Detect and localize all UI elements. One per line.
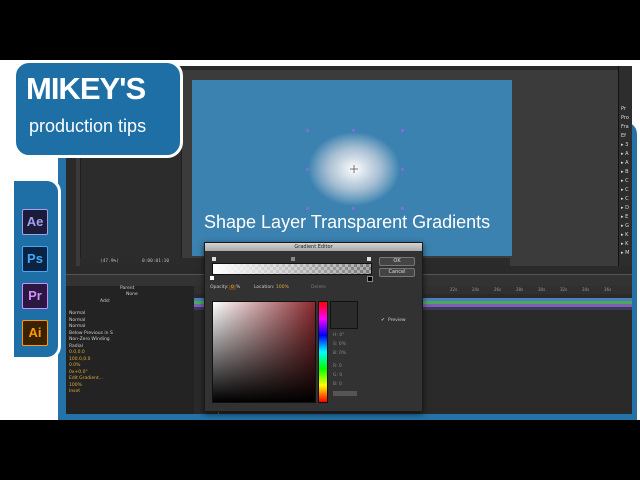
opacity-stop-icon[interactable] — [367, 257, 371, 261]
premiere-icon: Pr — [22, 283, 48, 309]
effects-panel-item[interactable]: ▸ G — [621, 223, 629, 229]
layer-property[interactable]: Radial — [69, 344, 83, 349]
layer-property[interactable]: Edit Gradient... — [69, 376, 103, 381]
effects-panel-item[interactable]: ▸ A — [621, 151, 629, 157]
ruler-tick-label: 30s — [538, 287, 546, 292]
logo-subtitle: production tips — [29, 116, 147, 136]
rgb-b-field[interactable]: B: 0 — [333, 382, 342, 387]
layer-property[interactable]: Inset — [69, 389, 80, 394]
layer-property[interactable]: Normal — [69, 318, 85, 323]
illustrator-icon: Ai — [22, 320, 48, 346]
app-icons-column: Ae Ps Pr Ai — [14, 178, 61, 360]
rgb-r-field[interactable]: R: 0 — [333, 364, 342, 369]
opacity-label: Opacity: — [210, 285, 229, 290]
hsb-s-field[interactable]: S: 0% — [333, 342, 346, 347]
ruler-tick-label: 24s — [472, 287, 480, 292]
add-label[interactable]: Add: — [100, 299, 110, 304]
ruler-tick-label: 22s — [450, 287, 458, 292]
preview-checkbox-icon[interactable]: ✔ — [381, 318, 385, 323]
effects-panel-item[interactable]: Pro — [621, 115, 629, 121]
color-swatch — [330, 301, 358, 329]
layer-property[interactable]: Normal — [69, 311, 85, 316]
effects-panel-item[interactable]: ▸ 3 — [621, 142, 628, 148]
ruler-tick-label: 28s — [516, 287, 524, 292]
effects-panel-item[interactable]: ▸ C — [621, 187, 629, 193]
layer-property[interactable]: 0.0,0.0 — [69, 350, 85, 355]
opacity-unit: % — [236, 285, 241, 290]
effects-panel-item[interactable]: Pr — [621, 106, 626, 112]
layer-properties: Parent None Add: Normal Normal Normal Below… — [66, 286, 194, 414]
effects-panel-item[interactable]: ▸ A — [621, 160, 629, 166]
ok-button[interactable]: OK — [379, 257, 415, 266]
rgb-g-field[interactable]: G: 0 — [333, 373, 342, 378]
opacity-field[interactable]: 0 — [229, 285, 236, 290]
effects-panel-item[interactable]: ▸ C — [621, 178, 629, 184]
hex-field[interactable] — [333, 391, 357, 396]
effects-panel-item[interactable]: Ef — [621, 133, 626, 139]
midpoint-icon[interactable] — [291, 257, 295, 261]
effects-panel-item[interactable]: ▸ D — [621, 205, 629, 211]
opacity-stop-icon[interactable] — [212, 257, 216, 261]
color-stop-icon[interactable] — [210, 276, 214, 280]
after-effects-icon: Ae — [22, 209, 48, 235]
logo-title: MIKEY'S — [26, 71, 146, 106]
gradient-bar[interactable] — [212, 263, 372, 275]
layer-property[interactable]: Normal — [69, 324, 85, 329]
ruler-tick-label: 26s — [494, 287, 502, 292]
layer-property[interactable]: Below Previous in S — [69, 331, 113, 336]
preview-label: Preview — [388, 318, 406, 323]
color-stop-icon[interactable] — [367, 276, 373, 282]
layer-property[interactable]: 0x+0.0° — [69, 370, 88, 375]
layer-property[interactable]: 0.0% — [69, 363, 80, 368]
effects-panel-item[interactable]: ▸ K — [621, 241, 628, 247]
parent-label: Parent — [120, 286, 135, 291]
layer-property[interactable]: 100.0,0.0 — [69, 357, 90, 362]
effects-panel-item[interactable]: ▸ E — [621, 214, 628, 220]
dialog-title: Gradient Editor — [205, 243, 422, 251]
parent-select[interactable]: None — [126, 292, 138, 297]
ruler-tick-label: 36s — [604, 287, 612, 292]
layer-property[interactable]: Non-Zero Winding — [69, 337, 110, 342]
effects-panel-item[interactable]: ▸ B — [621, 169, 629, 175]
effects-panel-item[interactable]: ▸ K — [621, 232, 628, 238]
channel-logo: MIKEY'S production tips — [13, 60, 183, 158]
delete-button[interactable]: Delete — [311, 285, 326, 290]
layer-property[interactable]: 100% — [69, 383, 82, 388]
hsb-h-field[interactable]: H: 0° — [333, 333, 344, 338]
ruler-tick-label: 32s — [560, 287, 568, 292]
hsb-b-field[interactable]: B: 0% — [333, 351, 346, 356]
video-title: Shape Layer Transparent Gradients — [204, 212, 491, 232]
location-label: Location: — [254, 285, 275, 290]
gradient-editor-dialog: Gradient Editor OK Cancel Opacity: 0 % L… — [204, 242, 423, 412]
photoshop-icon: Ps — [22, 246, 48, 272]
effects-panel: Pr Pro Fra Ef ▸ 3 ▸ A ▸ A ▸ B ▸ C ▸ C ▸ C ▸ D ▸ E ▸ G… — [618, 66, 632, 266]
effects-panel-item[interactable]: Fra — [621, 124, 629, 130]
current-time[interactable]: 0:00:01:10 — [142, 259, 169, 264]
location-field[interactable]: 100% — [276, 285, 289, 290]
effects-panel-item[interactable]: ▸ C — [621, 196, 629, 202]
color-field[interactable] — [212, 301, 316, 403]
ruler-tick-label: 34s — [582, 287, 590, 292]
zoom-readout[interactable]: (47.9%) — [100, 259, 119, 264]
cancel-button[interactable]: Cancel — [379, 268, 415, 277]
hue-slider[interactable] — [318, 301, 328, 403]
effects-panel-item[interactable]: ▸ M — [621, 250, 629, 256]
